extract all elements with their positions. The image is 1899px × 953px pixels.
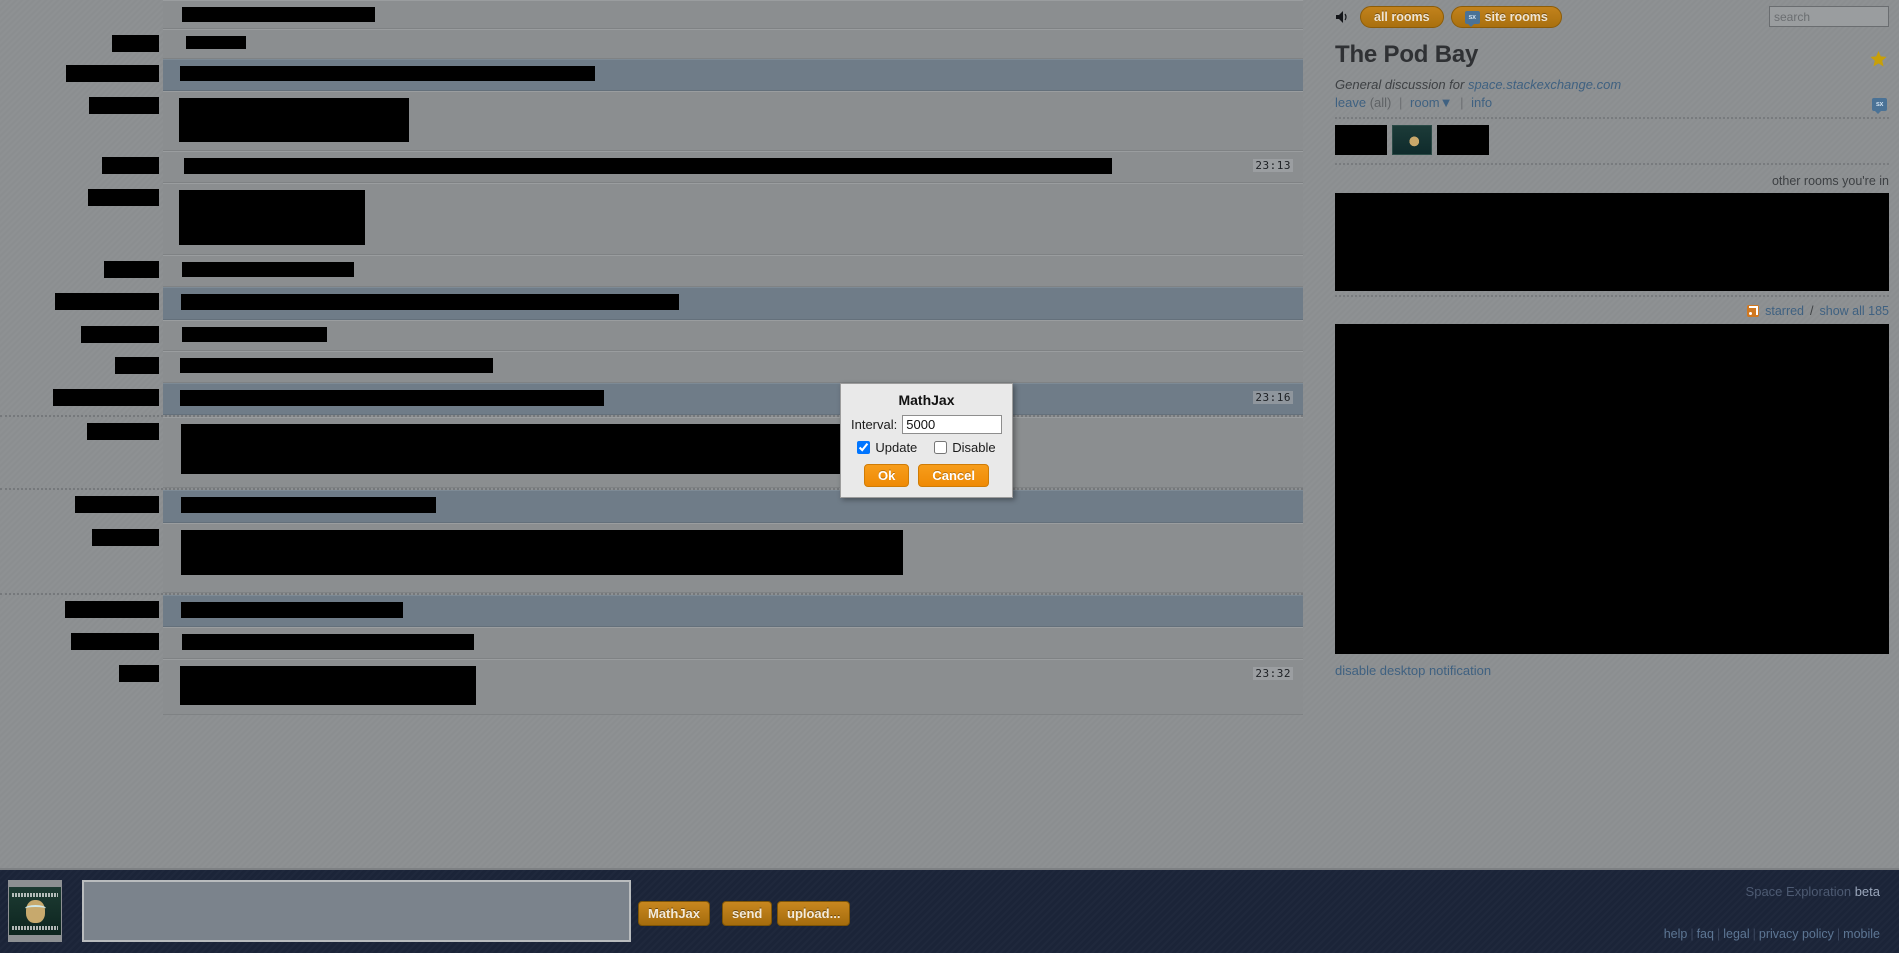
disable-label[interactable]: Disable bbox=[952, 440, 995, 455]
interval-label: Interval: bbox=[851, 417, 898, 432]
cancel-button[interactable]: Cancel bbox=[918, 464, 989, 487]
dialog-buttons: Ok Cancel bbox=[851, 464, 1002, 487]
interval-input[interactable] bbox=[902, 415, 1002, 434]
disable-checkbox[interactable] bbox=[934, 441, 948, 454]
update-label[interactable]: Update bbox=[875, 440, 917, 455]
mathjax-dialog: MathJax Interval: Update Disable Ok Canc… bbox=[840, 383, 1013, 498]
dialog-checkbox-row: Update Disable bbox=[851, 440, 1002, 455]
update-checkbox[interactable] bbox=[857, 441, 871, 454]
ok-button[interactable]: Ok bbox=[864, 464, 910, 487]
dialog-title: MathJax bbox=[898, 392, 955, 408]
chat-page: 23:13 23:16 23:32 all rooms sx site rooms … bbox=[0, 0, 1899, 953]
modal-overlay: MathJax Interval: Update Disable Ok Canc… bbox=[0, 0, 1899, 953]
interval-field-row: Interval: bbox=[851, 415, 1002, 434]
